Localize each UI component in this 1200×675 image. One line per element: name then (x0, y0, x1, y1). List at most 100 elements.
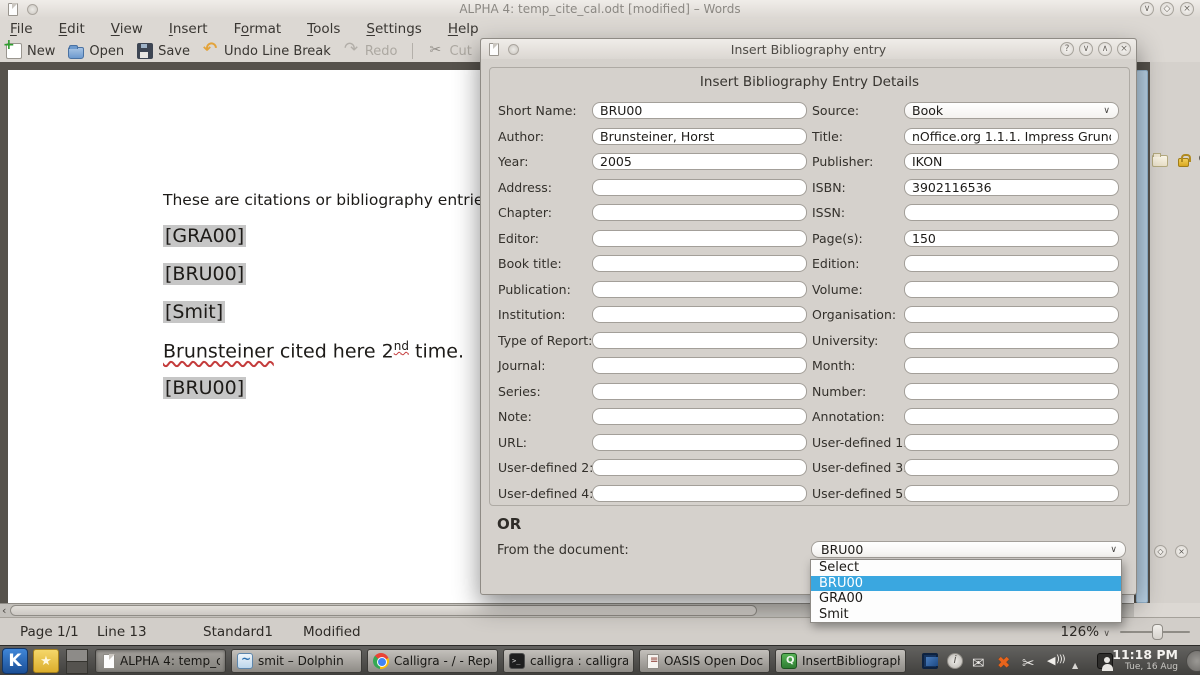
zoom-slider-handle[interactable] (1152, 624, 1163, 640)
desktop-pager[interactable] (66, 649, 88, 673)
save-button[interactable]: Save (137, 43, 190, 59)
series-row: Series: (498, 379, 807, 405)
journal-label: Journal: (498, 358, 592, 373)
number-input[interactable] (904, 383, 1119, 400)
minimize-button[interactable]: ∨ (1140, 2, 1154, 16)
lock-icon[interactable] (1178, 158, 1189, 167)
user-defined-5-input[interactable] (904, 485, 1119, 502)
redo-button[interactable]: Redo (344, 43, 398, 59)
isbn-input[interactable] (904, 179, 1119, 196)
xchat-icon[interactable] (997, 653, 1013, 669)
dialog-title: Insert Bibliography entry (481, 42, 1136, 57)
task-alpha-4-temp-cite-c[interactable]: ALPHA 4: temp_cite_c (95, 649, 226, 673)
info-icon[interactable] (947, 653, 963, 669)
user-defined-3-input[interactable] (904, 459, 1119, 476)
form-right-column: Source:Book∨Title:Publisher:ISBN:ISSN:Pa… (812, 98, 1119, 506)
dialog-shade-button[interactable]: ∨ (1079, 42, 1093, 56)
tray-expand-icon[interactable] (1072, 653, 1088, 669)
address-input[interactable] (592, 179, 807, 196)
menu-edit[interactable]: Edit (59, 21, 85, 37)
journal-input[interactable] (592, 357, 807, 374)
chapter-label: Chapter: (498, 205, 592, 220)
menu-tools[interactable]: Tools (307, 21, 340, 37)
source-combobox[interactable]: Book∨ (904, 102, 1119, 119)
editor-label: Editor: (498, 231, 592, 246)
menu-insert[interactable]: Insert (169, 21, 208, 37)
panel-cashew-icon[interactable] (1186, 650, 1200, 672)
task-oasis-open-documen[interactable]: OASIS Open Documen (639, 649, 770, 673)
vertical-scrollbar[interactable] (1136, 70, 1148, 603)
menu-view[interactable]: View (111, 21, 143, 37)
dropdown-item-select[interactable]: Select (811, 560, 1121, 576)
chapter-input[interactable] (592, 204, 807, 221)
user-icon[interactable] (1097, 653, 1113, 669)
folder-icon[interactable] (1152, 155, 1168, 167)
series-input[interactable] (592, 383, 807, 400)
desktop-icon[interactable] (922, 653, 938, 669)
university-input[interactable] (904, 332, 1119, 349)
dropdown-item-smit[interactable]: Smit (811, 607, 1121, 623)
month-input[interactable] (904, 357, 1119, 374)
menu-format[interactable]: Format (234, 21, 282, 37)
undo-line-break-button[interactable]: Undo Line Break (203, 43, 331, 59)
user-defined-2-input[interactable] (592, 459, 807, 476)
klipper-icon[interactable] (1022, 653, 1038, 669)
task-smit-dolphin[interactable]: smit – Dolphin (231, 649, 362, 673)
task-calligra-calligrawords[interactable]: calligra : calligrawords (503, 649, 634, 673)
type-of-report-input[interactable] (592, 332, 807, 349)
issn-input[interactable] (904, 204, 1119, 221)
year-input[interactable] (592, 153, 807, 170)
short-name-input[interactable] (592, 102, 807, 119)
publication-input[interactable] (592, 281, 807, 298)
status-page: Page 1/1 (20, 624, 79, 640)
task-buttons: ALPHA 4: temp_cite_csmit – DolphinCallig… (95, 649, 906, 673)
menu-help[interactable]: Help (448, 21, 479, 37)
edition-input[interactable] (904, 255, 1119, 272)
dialog-close-button[interactable]: × (1117, 42, 1131, 56)
menu-settings[interactable]: Settings (366, 21, 421, 37)
author-input[interactable] (592, 128, 807, 145)
taskbar-clock[interactable]: 11:18 PM Tue, 16 Aug (1112, 648, 1178, 674)
kde-menu-icon[interactable]: K (2, 648, 28, 674)
book-title-input[interactable] (592, 255, 807, 272)
user-defined-1-input[interactable] (904, 434, 1119, 451)
from-document-combobox[interactable]: BRU00 ∨ (811, 541, 1126, 558)
task-insertbibliographydial[interactable]: InsertBibliographyDial (775, 649, 906, 673)
zoom-slider[interactable] (1120, 631, 1190, 633)
note-input[interactable] (592, 408, 807, 425)
new-button[interactable]: New (6, 43, 55, 59)
url-row: URL: (498, 430, 807, 456)
volume-input[interactable] (904, 281, 1119, 298)
address-label: Address: (498, 180, 592, 195)
docker-float-button[interactable]: ◇ (1154, 545, 1167, 558)
dropdown-item-gra00[interactable]: GRA00 (811, 591, 1121, 607)
close-button[interactable]: × (1180, 2, 1194, 16)
mail-icon[interactable] (972, 653, 988, 669)
title-input[interactable] (904, 128, 1119, 145)
dropdown-item-bru00[interactable]: BRU00 (811, 576, 1121, 592)
maximize-button[interactable]: ◇ (1160, 2, 1174, 16)
institution-label: Institution: (498, 307, 592, 322)
page-s-input[interactable] (904, 230, 1119, 247)
url-input[interactable] (592, 434, 807, 451)
cut-button[interactable]: Cut (428, 43, 471, 59)
institution-input[interactable] (592, 306, 807, 323)
user-defined-5-label: User-defined 5: (812, 486, 904, 501)
dialog-help-button[interactable]: ? (1060, 42, 1074, 56)
editor-input[interactable] (592, 230, 807, 247)
open-button[interactable]: Open (68, 44, 124, 59)
volume-icon[interactable] (1047, 653, 1063, 669)
annotation-input[interactable] (904, 408, 1119, 425)
zoom-level[interactable]: 126% ∨ (1061, 624, 1111, 640)
dialog-unshade-button[interactable]: ∧ (1098, 42, 1112, 56)
folder-star-icon[interactable] (33, 649, 59, 673)
publisher-input[interactable] (904, 153, 1119, 170)
docker-close-button[interactable]: × (1175, 545, 1188, 558)
organisation-input[interactable] (904, 306, 1119, 323)
scroll-left-arrow-icon[interactable]: ‹ (2, 604, 6, 617)
task-calligra-repositor[interactable]: Calligra - / - Repositor (367, 649, 498, 673)
scrollbar-thumb[interactable] (10, 605, 757, 616)
menu-file[interactable]: File (10, 21, 33, 37)
user-defined-4-input[interactable] (592, 485, 807, 502)
status-style[interactable]: Standard1 (203, 624, 273, 640)
